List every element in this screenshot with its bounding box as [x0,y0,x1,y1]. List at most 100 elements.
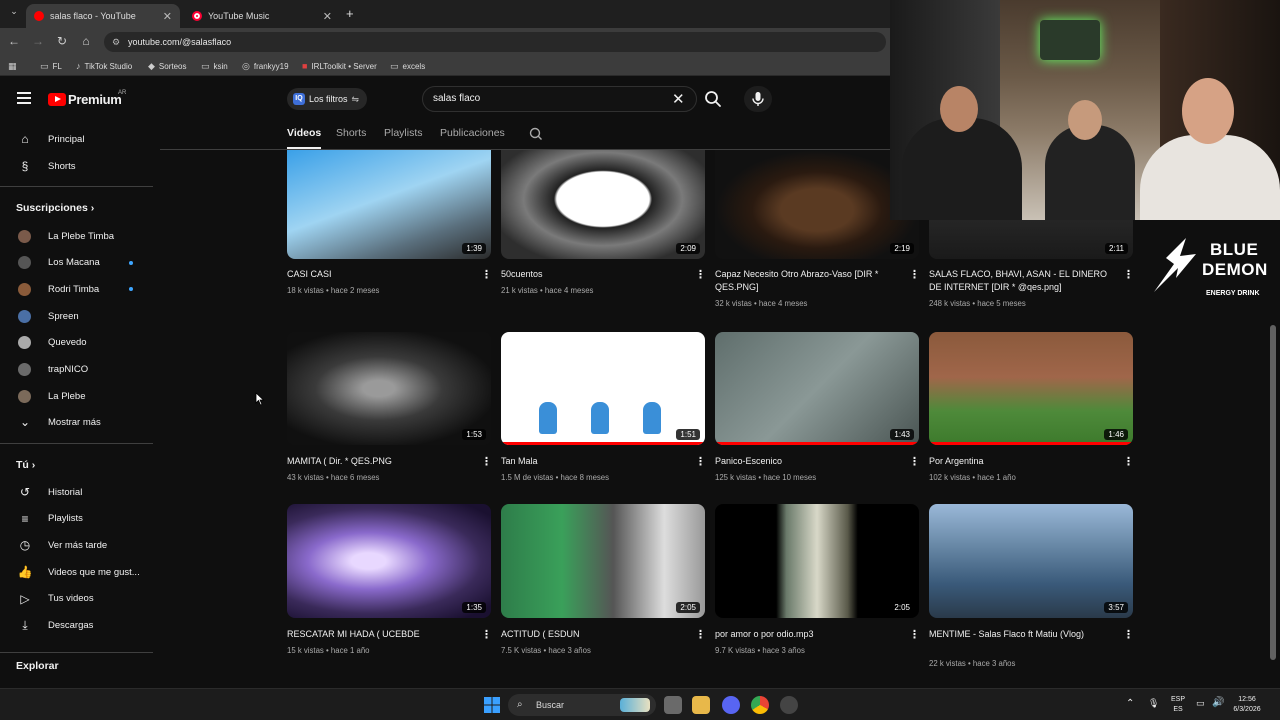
video-title[interactable]: Tan Mala [501,455,691,468]
more-options-icon[interactable]: ⋮ [695,628,706,641]
discord-icon[interactable] [722,696,740,714]
sidebar-subscription[interactable]: Rodri Timba [0,276,150,302]
video-thumbnail[interactable]: 1:46 [929,332,1133,445]
search-input[interactable]: salas flaco [422,86,697,112]
you-heading[interactable]: Tú › [16,459,35,471]
more-options-icon[interactable]: ⋮ [481,268,492,281]
sidebar-subscription[interactable]: La Plebe Timba [0,223,150,249]
video-title[interactable]: RESCATAR MI HADA ( UCEBDE [287,628,477,641]
more-options-icon[interactable]: ⋮ [481,628,492,641]
windows-start-icon[interactable] [484,697,500,713]
video-title[interactable]: Capaz Necesito Otro Abrazo-Vaso [DIR * Q… [715,268,905,294]
sidebar-subscription[interactable]: Quevedo [0,330,150,356]
video-title[interactable]: CASI CASI [287,268,477,281]
more-options-icon[interactable]: ⋮ [1123,268,1134,281]
browser-tab-youtube[interactable]: salas flaco - YouTube ✕ [26,4,180,28]
video-thumbnail[interactable]: 1:35 [287,504,491,618]
more-options-icon[interactable]: ⋮ [909,455,920,468]
clear-search-icon[interactable]: ✕ [672,90,685,108]
video-title[interactable]: por amor o por odio.mp3 [715,628,905,641]
tab-videos[interactable]: Videos [287,127,321,139]
chrome-icon[interactable] [751,696,769,714]
bookmark-sorteos[interactable]: ◆ Sorteos [148,61,187,72]
sidebar-subscription[interactable]: trapNICO [0,357,150,383]
video-thumbnail[interactable]: 1:53 [287,332,491,445]
apps-icon[interactable]: ▦ [8,61,17,72]
video-title[interactable]: MENTIME - Salas Flaco ft Matiu (Vlog) [929,628,1119,641]
downloads-item[interactable]: ⤓ Descargas [0,613,150,639]
back-icon[interactable]: ← [6,34,22,48]
more-options-icon[interactable]: ⋮ [909,268,920,281]
video-thumbnail[interactable]: 2:19 [715,150,919,259]
video-title[interactable]: Por Argentina [929,455,1119,468]
clock[interactable]: 12:56 6/3/2026 [1230,695,1264,715]
explore-heading[interactable]: Explorar [16,660,59,672]
tray-overflow-icon[interactable]: ⌃ [1126,698,1134,709]
page-scrollbar[interactable] [1270,325,1276,660]
bookmark-frankyy19[interactable]: ◎ frankyy19 [242,61,289,72]
playlists-item[interactable]: ≡ Playlists [0,506,150,532]
reload-icon[interactable]: ↻ [54,34,70,48]
site-info-icon[interactable]: ⚙ [112,32,120,52]
tab-posts[interactable]: Publicaciones [440,127,505,139]
more-options-icon[interactable]: ⋮ [1123,628,1134,641]
video-thumbnail[interactable]: 1:51 [501,332,705,445]
voice-search-button[interactable] [744,86,772,112]
sidebar-subscription[interactable]: Spreen [0,303,150,329]
bookmark-excels[interactable]: ▭ excels [390,61,425,72]
app-icon[interactable] [780,696,798,714]
video-title[interactable]: Panico-Escenico [715,455,905,468]
like-item[interactable]: 👍 Videos que me gust... [0,559,150,585]
tab-playlists[interactable]: Playlists [384,127,423,139]
sidebar-subscription[interactable]: Los Macana [0,250,150,276]
browser-tab-youtube-music[interactable]: YouTube Music ✕ [184,4,340,28]
video-thumbnail[interactable]: 1:39 [287,150,491,259]
more-options-icon[interactable]: ⋮ [481,455,492,468]
network-icon[interactable]: ▭ [1196,698,1205,709]
video-thumbnail[interactable]: 3:57 [929,504,1133,618]
home-browser-icon[interactable]: ⌂ [78,34,94,48]
address-bar[interactable]: ⚙ youtube.com/@salasflaco [104,32,886,52]
video-title[interactable]: MAMITA ( Dir. * QES.PNG [287,455,477,468]
bookmark-irltoolkit[interactable]: ■ IRLToolkit • Server [302,61,377,71]
video-title[interactable]: SALAS FLACO, BHAVI, ASAN - EL DINERO DE … [929,268,1119,294]
new-tab-button[interactable]: + [346,6,354,21]
file-explorer-icon[interactable] [692,696,710,714]
more-options-icon[interactable]: ⋮ [695,268,706,281]
close-tab-icon[interactable]: ✕ [323,10,332,23]
tab-shorts[interactable]: Shorts [336,127,366,139]
video-thumbnail[interactable]: 2:05 [715,504,919,618]
sidebar-item-shorts[interactable]: § Shorts [0,153,150,179]
task-view-icon[interactable] [664,696,682,714]
close-tab-icon[interactable]: ✕ [163,10,172,23]
history-item[interactable]: ↺ Historial [0,479,150,505]
video-thumbnail[interactable]: 2:09 [501,150,705,259]
video-thumbnail[interactable]: 2:05 [501,504,705,618]
filters-chip[interactable]: IQ Los filtros ⇋ [287,88,367,110]
bookmark-fl[interactable]: ▭ FL [40,61,62,72]
more-options-icon[interactable]: ⋮ [695,455,706,468]
video-title[interactable]: ACTITUD ( ESDUN [501,628,691,641]
bookmark-ksin[interactable]: ▭ ksin [201,61,228,72]
channel-search-icon[interactable] [528,126,544,142]
video-title[interactable]: 50cuentos [501,268,691,281]
video-thumbnail[interactable]: 1:43 [715,332,919,445]
language-indicator[interactable]: ESP ES [1168,695,1188,715]
more-options-icon[interactable]: ⋮ [909,628,920,641]
menu-icon[interactable] [17,92,31,104]
sidebar-subscription[interactable]: La Plebe [0,383,150,409]
sidebar-item-principal[interactable]: ⌂ Principal [0,126,150,152]
sidebar-item-label: Spreen [48,310,79,322]
bookmark-tiktok-studio[interactable]: ♪ TikTok Studio [76,61,132,71]
volume-icon[interactable]: 🔊 [1212,697,1224,708]
watch-later-item[interactable]: ◷ Ver más tarde [0,532,150,558]
show-more-button[interactable]: ⌄ Mostrar más [0,409,150,435]
your-videos-item[interactable]: ▷ Tus videos [0,586,150,612]
more-options-icon[interactable]: ⋮ [1123,455,1134,468]
subscriptions-heading[interactable]: Suscripciones › [16,202,94,214]
tab-list-icon[interactable]: ⌄ [6,6,22,17]
youtube-logo-icon[interactable] [48,93,66,106]
forward-icon[interactable]: → [30,34,46,48]
search-icon[interactable] [702,88,724,110]
tray-mic-icon[interactable]: 🎙 [1148,698,1159,709]
